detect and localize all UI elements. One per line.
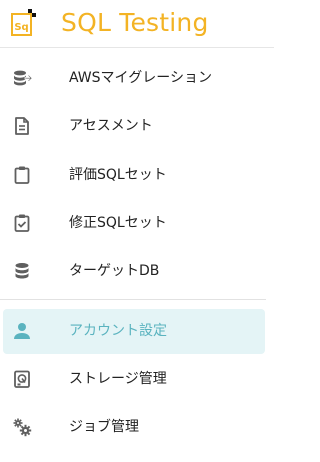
nav-item-aws-migration[interactable]: AWSマイグレーション — [0, 54, 274, 102]
nav-item-label: ターゲットDB — [69, 263, 160, 279]
app-logo: Sq — [11, 9, 36, 36]
nav-item-account-settings[interactable]: アカウント設定 — [3, 309, 265, 354]
nav-item-assessment[interactable]: アセスメント — [0, 102, 274, 150]
document-icon — [12, 116, 32, 136]
app-title: SQL Testing — [61, 8, 209, 37]
storage-icon — [12, 369, 32, 389]
nav-item-eval-sql-set[interactable]: 評価SQLセット — [0, 151, 274, 199]
app-root: Sq SQL Testing AWSマイグレーション アセスメント 評価SQLセ… — [0, 0, 274, 462]
nav-item-storage[interactable]: ストレージ管理 — [0, 355, 274, 403]
nav-item-label: アカウント設定 — [69, 323, 167, 339]
app-header: Sq SQL Testing — [0, 0, 274, 48]
nav-item-label: ストレージ管理 — [69, 371, 167, 387]
nav-item-label: アセスメント — [69, 118, 153, 134]
nav-item-label: ジョブ管理 — [69, 419, 139, 435]
nav-divider — [0, 299, 266, 300]
nav-item-label: AWSマイグレーション — [69, 70, 212, 86]
person-icon — [12, 321, 32, 341]
nav-item-job-management[interactable]: ジョブ管理 — [0, 403, 274, 451]
nav-item-target-db[interactable]: ターゲットDB — [0, 247, 274, 295]
clipboard-check-icon — [12, 213, 32, 233]
logo-text: Sq — [14, 22, 28, 33]
clipboard-icon — [12, 165, 32, 185]
gears-icon — [12, 417, 32, 437]
nav-item-fix-sql-set[interactable]: 修正SQLセット — [0, 199, 274, 247]
nav-item-label: 修正SQLセット — [69, 215, 167, 231]
database-icon — [12, 261, 32, 281]
nav-item-label: 評価SQLセット — [69, 167, 167, 183]
database-migration-icon — [12, 68, 32, 88]
